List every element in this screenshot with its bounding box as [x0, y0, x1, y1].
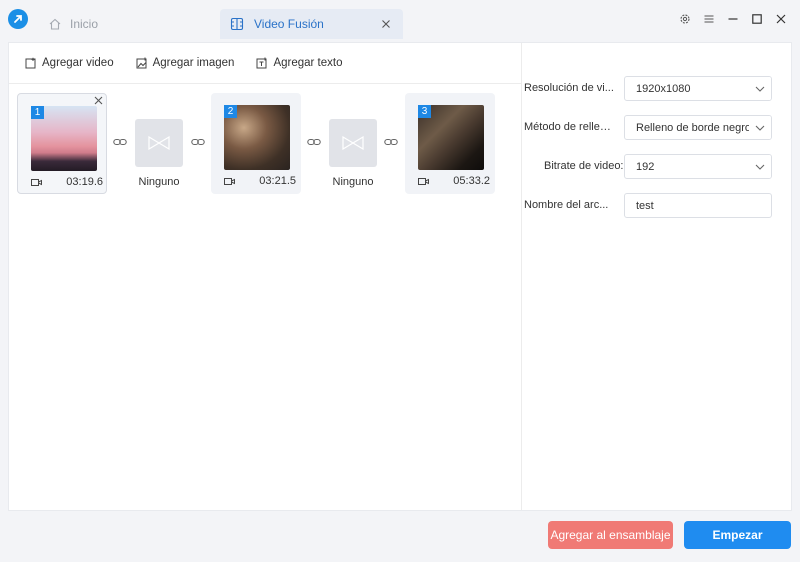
bitrate-label: Bitrate de video:	[544, 160, 624, 172]
clip-duration: 03:19.6	[66, 176, 103, 188]
add-text-icon	[256, 57, 267, 69]
clip-meta: 03:19.6	[31, 176, 103, 188]
transition-slot-2[interactable]	[329, 119, 377, 167]
menu-icon	[704, 15, 714, 23]
toolbar: Agregar video Agregar imagen Agregar tex…	[9, 43, 521, 84]
video-camera-icon	[224, 177, 235, 185]
chevron-down-icon	[749, 116, 771, 139]
resolution-label: Resolución de vi...	[524, 82, 614, 94]
add-video-icon	[25, 57, 36, 69]
bitrate-select[interactable]: 192	[624, 154, 772, 179]
video-camera-icon	[418, 177, 429, 185]
tab-home[interactable]: Inicio	[48, 9, 218, 39]
app-logo-icon	[8, 9, 28, 29]
add-video-label: Agregar video	[42, 57, 114, 69]
resolution-value: 1920x1080	[636, 82, 691, 95]
title-bar: Inicio Video Fusión	[0, 0, 800, 42]
close-icon[interactable]	[94, 96, 103, 105]
tab-video-fusion-label: Video Fusión	[254, 17, 324, 31]
window-controls	[674, 10, 792, 28]
clip-meta: 05:33.2	[418, 175, 490, 187]
transition-label-2: Ninguno	[332, 176, 374, 188]
fill-method-label: Método de relleno:	[524, 121, 614, 133]
add-text-button[interactable]: Agregar texto	[256, 57, 342, 69]
add-image-icon	[136, 57, 147, 69]
add-text-label: Agregar texto	[273, 57, 343, 69]
maximize-button[interactable]	[746, 10, 768, 28]
fill-method-value: Relleno de borde negro	[636, 121, 749, 134]
add-to-assembly-button[interactable]: Agregar al ensamblaje	[548, 521, 673, 549]
file-name-value: test	[636, 199, 654, 212]
chevron-down-icon	[749, 155, 771, 178]
clip-duration: 05:33.2	[453, 175, 490, 187]
tab-home-label: Inicio	[70, 17, 99, 31]
merge-icon	[230, 17, 244, 31]
resolution-select[interactable]: 1920x1080	[624, 76, 772, 101]
clip-card-2[interactable]: 2 03:21.5	[211, 93, 301, 194]
clip-index-badge: 2	[224, 105, 237, 118]
clip-index-badge: 3	[418, 105, 431, 118]
transition-icon	[148, 136, 170, 150]
add-video-button[interactable]: Agregar video	[25, 57, 114, 69]
clip-meta: 03:21.5	[224, 175, 296, 187]
chevron-down-icon	[749, 77, 771, 100]
clip-card-3[interactable]: 3 05:33.2	[405, 93, 495, 194]
close-window-button[interactable]	[770, 10, 792, 28]
home-icon	[49, 18, 61, 30]
close-icon[interactable]	[379, 17, 393, 31]
tab-video-fusion[interactable]: Video Fusión	[220, 9, 403, 39]
clip-card-1[interactable]: 1 03:19.6	[17, 93, 107, 194]
minimize-button[interactable]	[722, 10, 744, 28]
file-name-input[interactable]: test	[624, 193, 772, 218]
link-icon	[191, 138, 205, 146]
panel-divider	[521, 43, 522, 510]
transition-icon	[342, 136, 364, 150]
close-icon	[776, 14, 786, 24]
clip-duration: 03:21.5	[259, 175, 296, 187]
transition-label-1: Ninguno	[138, 176, 180, 188]
settings-icon	[680, 14, 690, 24]
transition-slot-1[interactable]	[135, 119, 183, 167]
main-panel: Agregar video Agregar imagen Agregar tex…	[8, 42, 792, 511]
menu-button[interactable]	[698, 10, 720, 28]
file-name-label: Nombre del arc...	[524, 199, 609, 211]
add-image-button[interactable]: Agregar imagen	[136, 57, 235, 69]
add-image-label: Agregar imagen	[152, 57, 235, 69]
settings-button[interactable]	[674, 10, 696, 28]
video-camera-icon	[31, 178, 42, 186]
bitrate-value: 192	[636, 160, 655, 173]
clip-index-badge: 1	[31, 106, 44, 119]
start-button[interactable]: Empezar	[684, 521, 791, 549]
fill-method-select[interactable]: Relleno de borde negro	[624, 115, 772, 140]
link-icon	[113, 138, 127, 146]
link-icon	[384, 138, 398, 146]
link-icon	[307, 138, 321, 146]
minimize-icon	[728, 18, 738, 20]
maximize-icon	[752, 14, 762, 24]
